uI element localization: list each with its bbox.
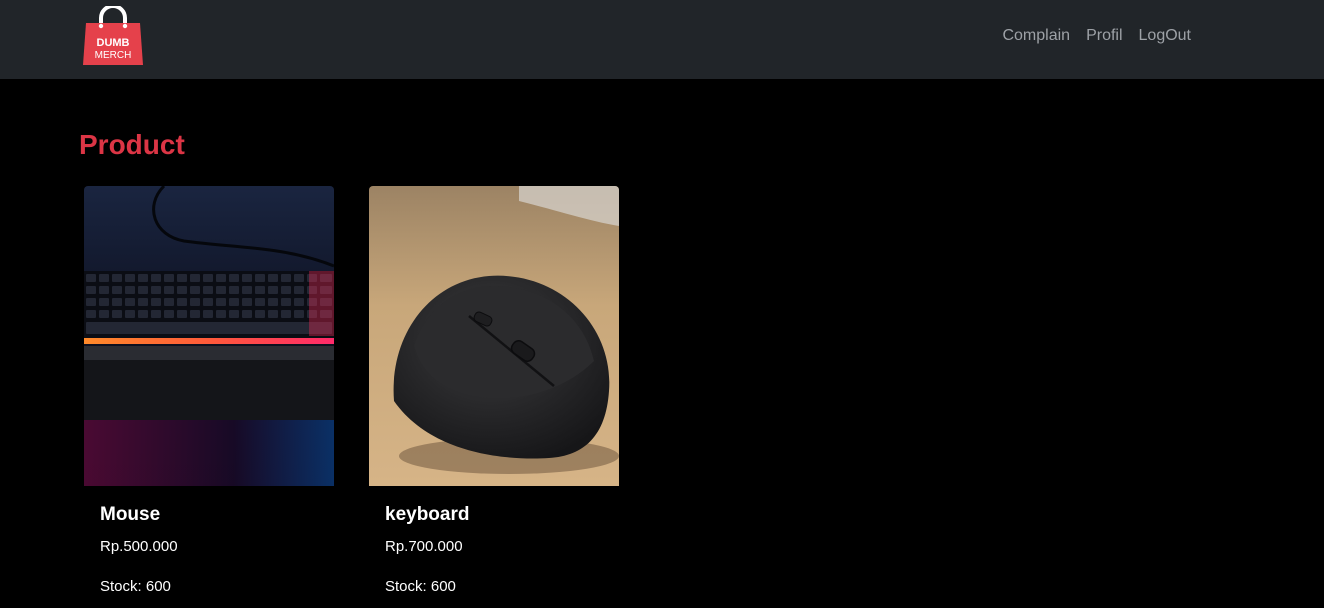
nav-link-logout[interactable]: LogOut <box>1139 26 1191 46</box>
nav-links: Complain Profil LogOut <box>1002 26 1191 46</box>
product-image-mouse <box>369 186 619 486</box>
card-body: keyboard Rp.700.000 Stock: 600 <box>369 486 619 597</box>
product-card[interactable]: Mouse Rp.500.000 Stock: 600 <box>84 186 334 608</box>
product-price: Rp.700.000 <box>385 538 463 555</box>
product-name: Mouse <box>100 504 161 525</box>
logo-text-line1: DUMB <box>97 37 130 49</box>
shopping-bag-icon: DUMB MERCH <box>83 6 143 65</box>
nav-link-complain[interactable]: Complain <box>1002 26 1070 46</box>
card-body: Mouse Rp.500.000 Stock: 600 <box>84 486 334 597</box>
product-stock: Stock: 600 <box>100 578 171 595</box>
dumbmerch-logo[interactable]: DUMB MERCH <box>82 6 144 66</box>
page-title: Product <box>79 129 185 160</box>
navbar: DUMB MERCH Complain Profil LogOut <box>0 0 1324 79</box>
product-image-keyboard <box>84 186 334 486</box>
product-stock: Stock: 600 <box>385 578 456 595</box>
product-price: Rp.500.000 <box>100 538 178 555</box>
product-card[interactable]: keyboard Rp.700.000 Stock: 600 <box>369 186 619 608</box>
logo-text-line2: MERCH <box>95 50 132 61</box>
nav-link-profil[interactable]: Profil <box>1086 26 1122 46</box>
product-name: keyboard <box>385 504 470 525</box>
